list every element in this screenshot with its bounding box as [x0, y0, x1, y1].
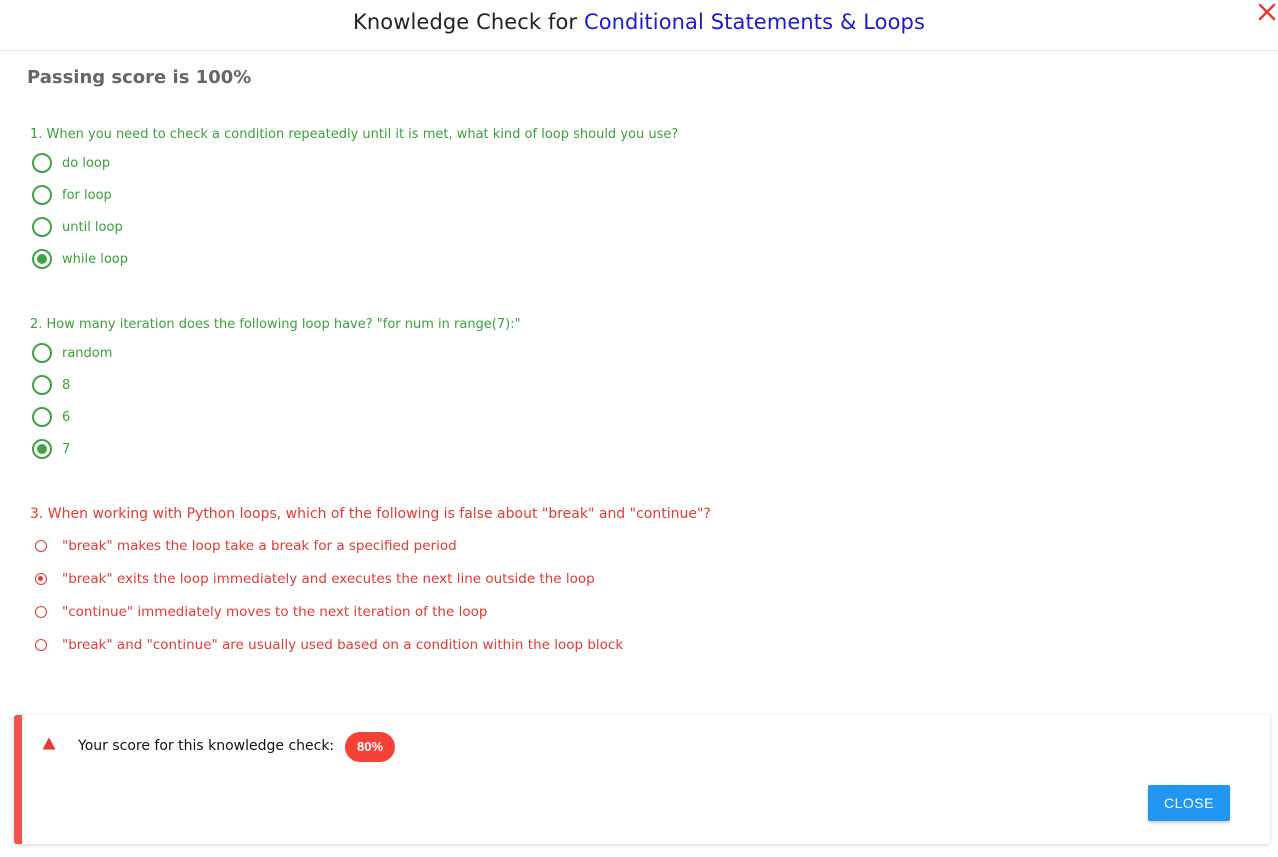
option-q1-4[interactable]: while loop — [32, 248, 128, 270]
option-label: 8 — [62, 377, 71, 393]
option-q2-1[interactable]: random — [32, 342, 112, 364]
option-label: "break" exits the loop immediately and e… — [62, 571, 595, 587]
radio-button[interactable] — [32, 185, 52, 205]
option-q3-4[interactable]: "break" and "continue" are usually used … — [32, 634, 623, 656]
radio-button[interactable] — [35, 606, 47, 618]
question-2: 2. How many iteration does the following… — [30, 316, 521, 332]
question-1: 1. When you need to check a condition re… — [30, 126, 678, 142]
radio-button-selected[interactable] — [32, 439, 52, 459]
option-q2-3[interactable]: 6 — [32, 406, 70, 428]
close-x-icon[interactable] — [1257, 2, 1278, 26]
option-q3-2[interactable]: "break" exits the loop immediately and e… — [32, 568, 595, 590]
dialog-header: Knowledge Check for Conditional Statemen… — [0, 0, 1278, 51]
option-label: 6 — [62, 409, 71, 425]
close-button[interactable]: CLOSE — [1148, 785, 1230, 821]
option-q2-2[interactable]: 8 — [32, 374, 70, 396]
score-text: Your score for this knowledge check: — [78, 738, 335, 754]
passing-score: Passing score is 100% — [27, 67, 252, 88]
option-q1-1[interactable]: do loop — [32, 152, 110, 174]
option-label: while loop — [62, 251, 128, 267]
score-badge: 80% — [345, 732, 396, 762]
radio-button[interactable] — [32, 407, 52, 427]
option-label: "continue" immediately moves to the next… — [62, 604, 488, 620]
title-topic: Conditional Statements & Loops — [583, 10, 925, 34]
radio-button[interactable] — [32, 375, 52, 395]
question-text: 2. How many iteration does the following… — [30, 317, 521, 332]
radio-button[interactable] — [35, 540, 47, 552]
option-q3-3[interactable]: "continue" immediately moves to the next… — [32, 601, 487, 623]
question-text: 3. When working with Python loops, which… — [30, 506, 711, 522]
title-prefix: Knowledge Check for — [352, 10, 578, 34]
radio-button-selected[interactable] — [32, 249, 52, 269]
question-3: 3. When working with Python loops, which… — [30, 505, 711, 522]
radio-button[interactable] — [32, 153, 52, 173]
warning-icon — [42, 737, 56, 750]
option-label: do loop — [62, 155, 111, 171]
radio-button[interactable] — [32, 343, 52, 363]
option-q2-4[interactable]: 7 — [32, 438, 70, 460]
option-label: for loop — [62, 187, 112, 203]
radio-button-selected[interactable] — [35, 573, 47, 585]
score-result-panel: Your score for this knowledge check: 80%… — [14, 715, 1270, 844]
radio-button[interactable] — [35, 639, 47, 651]
question-text: 1. When you need to check a condition re… — [30, 127, 679, 142]
option-label: 7 — [62, 441, 71, 457]
option-label: "break" and "continue" are usually used … — [62, 637, 624, 653]
option-q1-3[interactable]: until loop — [32, 216, 123, 238]
option-label: random — [62, 345, 113, 361]
option-label: until loop — [62, 219, 123, 235]
option-label: "break" makes the loop take a break for … — [62, 538, 457, 554]
radio-button[interactable] — [32, 217, 52, 237]
option-q1-2[interactable]: for loop — [32, 184, 112, 206]
dialog-title: Knowledge Check for Conditional Statemen… — [0, 10, 1278, 34]
option-q3-1[interactable]: "break" makes the loop take a break for … — [32, 535, 457, 557]
